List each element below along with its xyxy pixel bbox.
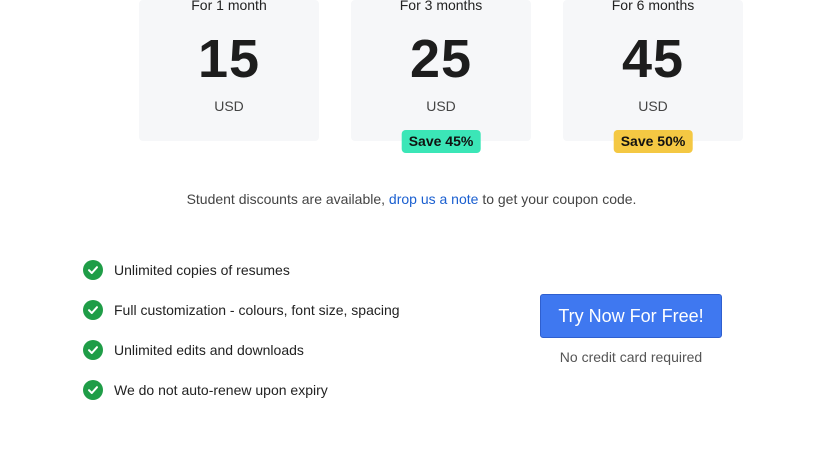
- student-discount-note: Student discounts are available, drop us…: [0, 191, 823, 207]
- plan-period: For 3 months: [399, 0, 483, 13]
- try-now-button[interactable]: Try Now For Free!: [540, 294, 722, 338]
- plan-card-1-month[interactable]: For 1 month 15 USD: [139, 0, 319, 141]
- check-circle-icon: [83, 300, 103, 320]
- plan-period: For 1 month: [191, 0, 267, 13]
- drop-us-a-note-link[interactable]: drop us a note: [389, 191, 479, 207]
- feature-text: Unlimited edits and downloads: [114, 342, 304, 358]
- list-item: Full customization - colours, font size,…: [83, 300, 400, 320]
- plan-currency: USD: [426, 98, 456, 114]
- list-item: Unlimited edits and downloads: [83, 340, 400, 360]
- save-badge-6-months: Save 50%: [613, 130, 693, 153]
- check-circle-icon: [83, 260, 103, 280]
- feature-text: Unlimited copies of resumes: [114, 262, 290, 278]
- check-circle-icon: [83, 340, 103, 360]
- feature-list: Unlimited copies of resumes Full customi…: [83, 260, 400, 420]
- plan-period: For 6 months: [611, 0, 695, 13]
- plan-card-3-months[interactable]: For 3 months 25 USD: [351, 0, 531, 141]
- pricing-section: For 1 month 15 USD For 3 months 25 USD F…: [0, 0, 823, 475]
- discount-text-after: to get your coupon code.: [478, 191, 637, 207]
- plan-price: 45: [621, 29, 685, 89]
- plan-card-6-months[interactable]: For 6 months 45 USD: [563, 0, 743, 141]
- plan-price: 25: [409, 29, 473, 89]
- plan-currency: USD: [638, 98, 668, 114]
- list-item: Unlimited copies of resumes: [83, 260, 400, 280]
- check-circle-icon: [83, 380, 103, 400]
- discount-text-before: Student discounts are available,: [186, 191, 389, 207]
- no-credit-card-note: No credit card required: [559, 349, 703, 365]
- plan-price: 15: [197, 29, 261, 89]
- feature-text: Full customization - colours, font size,…: [114, 302, 400, 318]
- list-item: We do not auto-renew upon expiry: [83, 380, 400, 400]
- save-badge-3-months: Save 45%: [401, 130, 481, 153]
- feature-text: We do not auto-renew upon expiry: [114, 382, 328, 398]
- plan-currency: USD: [214, 98, 244, 114]
